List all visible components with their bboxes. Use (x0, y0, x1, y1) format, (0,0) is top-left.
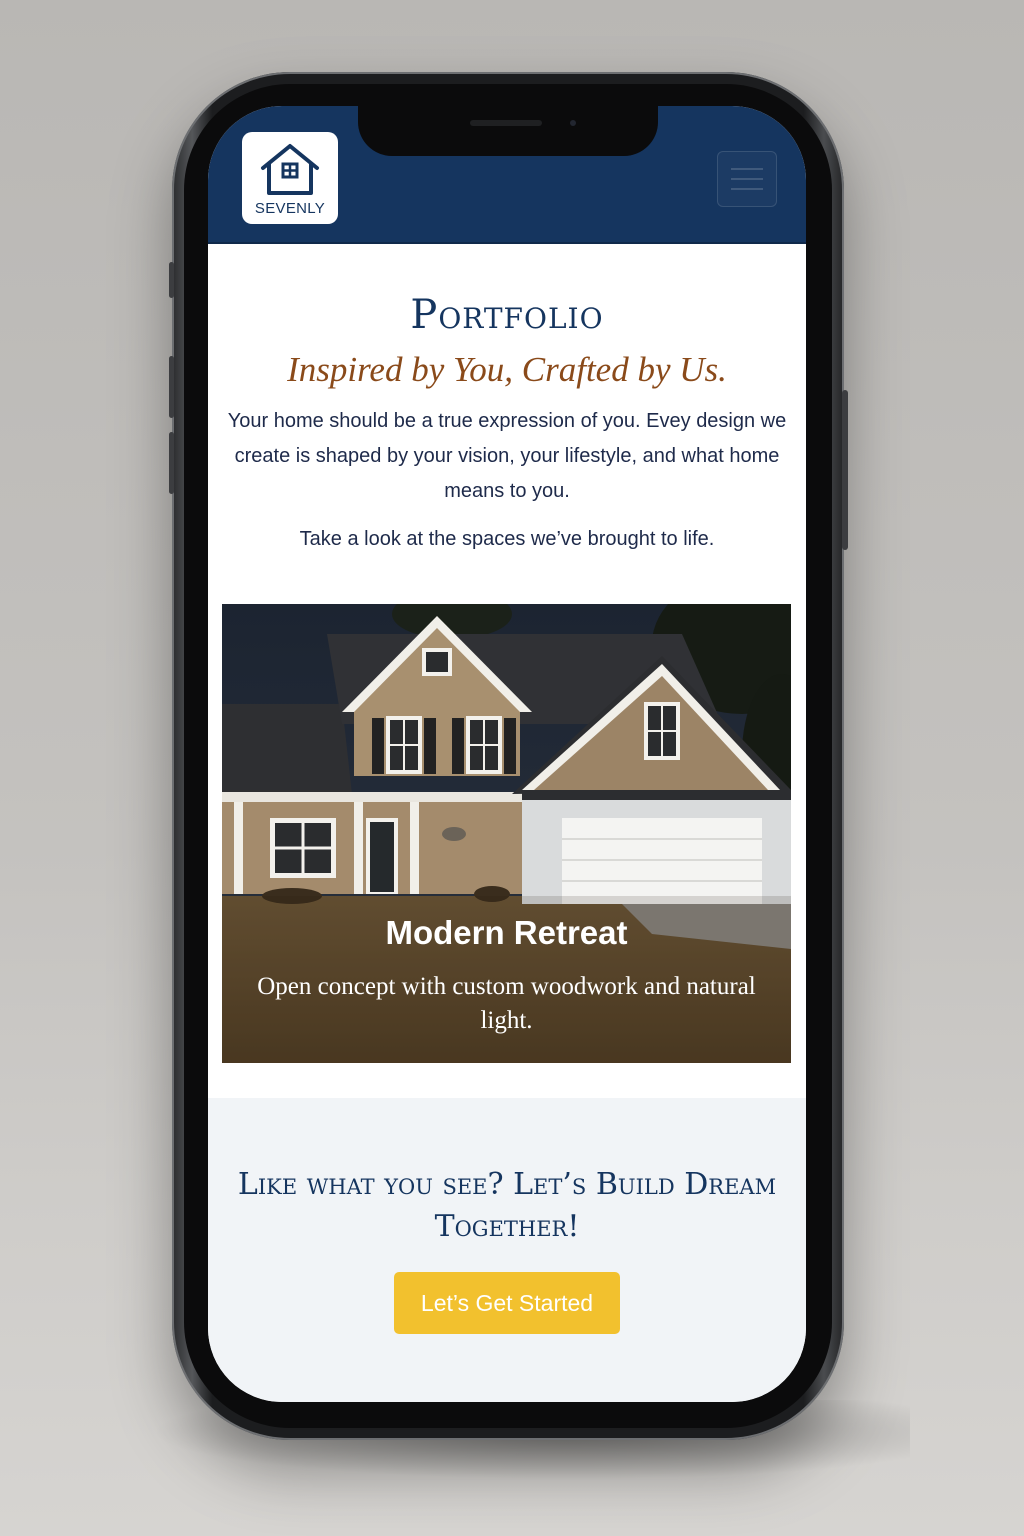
speaker-grille (470, 120, 542, 126)
logo[interactable]: SEVENLY (242, 132, 338, 224)
cta-heading: Like what you see? Let’s Build Dream Tog… (237, 1167, 777, 1244)
get-started-button[interactable]: Let’s Get Started (394, 1272, 620, 1334)
intro-secondary-text: Take a look at the spaces we’ve brought … (299, 528, 715, 550)
cta-section: Like what you see? Let’s Build Dream Tog… (208, 1098, 806, 1402)
hamburger-menu-icon-line (731, 178, 763, 180)
page-title: Portfolio (410, 292, 604, 338)
menu-button[interactable] (717, 151, 777, 207)
project-card[interactable]: Modern Retreat Open concept with custom … (222, 604, 791, 1063)
project-title: Modern Retreat (385, 914, 628, 951)
hamburger-menu-icon-line (731, 188, 763, 190)
project-description: Open concept with custom woodwork and na… (257, 973, 756, 1034)
volume-up-button (169, 262, 174, 298)
notch (358, 106, 658, 156)
power-button (842, 390, 848, 550)
house-logo-icon (261, 144, 319, 195)
tagline: Inspired by You, Crafted by Us. (287, 350, 727, 389)
intro-text: Your home should be a true expression of… (227, 410, 787, 502)
logo-text: SEVENLY (254, 200, 326, 217)
front-camera (570, 120, 576, 126)
phone-screen: SEVENLY Portfolio Inspired by You, Craft… (208, 106, 806, 1402)
volume-down-button (169, 356, 174, 418)
volume-button (169, 432, 174, 494)
hamburger-menu-icon (731, 168, 763, 170)
